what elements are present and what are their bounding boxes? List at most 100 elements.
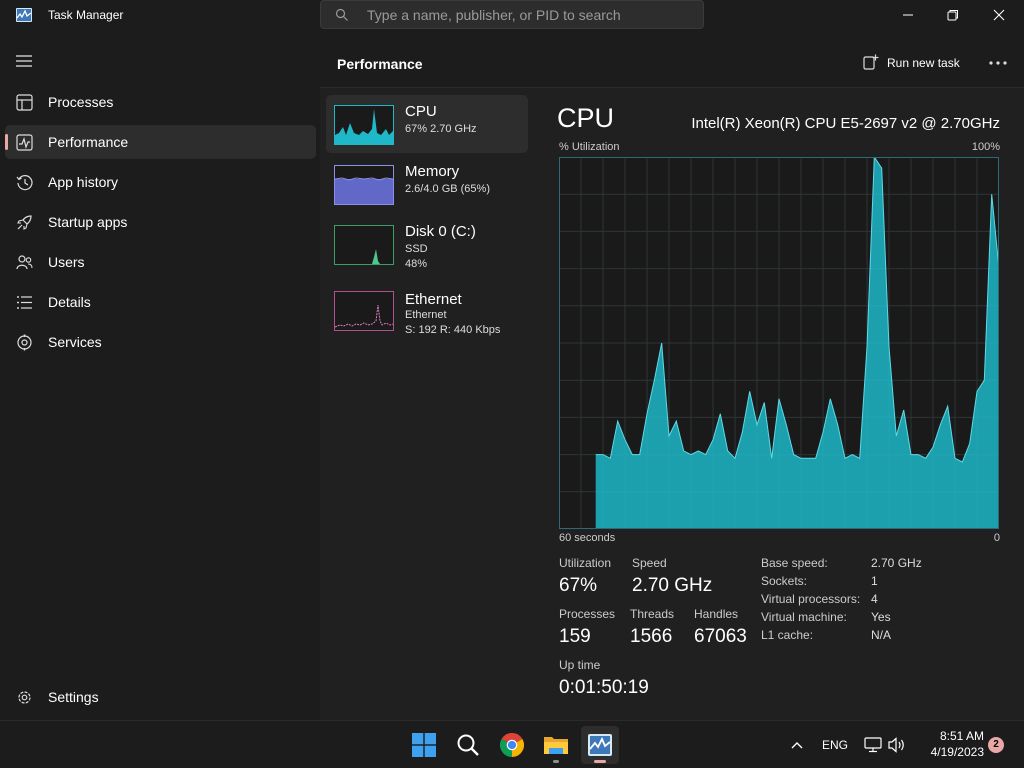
cpu-thumbnail-graph: [334, 105, 394, 145]
chrome-app[interactable]: [493, 726, 531, 764]
device-name: Disk 0 (C:): [405, 223, 476, 240]
handles-value: 67063: [694, 626, 747, 647]
spec-value: 1: [871, 574, 878, 588]
chevron-up-icon: [791, 742, 803, 749]
page-title: Performance: [337, 56, 423, 72]
device-cpu[interactable]: CPU 67% 2.70 GHz: [326, 95, 528, 153]
minimize-icon: [903, 14, 913, 16]
threads-label: Threads: [630, 607, 675, 621]
restore-icon: [947, 10, 958, 21]
taskbar: ENG 8:51 AM 4/19/2023 2: [0, 720, 1024, 768]
device-disk[interactable]: Disk 0 (C:) SSD 48%: [326, 215, 528, 273]
sidebar-item-label: Settings: [48, 689, 99, 705]
more-options-icon[interactable]: [986, 54, 1010, 72]
device-name: CPU: [405, 103, 437, 120]
sidebar-item-settings[interactable]: Settings: [5, 680, 316, 714]
chart-y-max: 100%: [971, 141, 1000, 153]
search-input[interactable]: [367, 1, 687, 28]
file-explorer-app[interactable]: [537, 726, 575, 764]
uptime-label: Up time: [559, 658, 601, 672]
clock[interactable]: 8:51 AM 4/19/2023: [912, 728, 984, 760]
sidebar-item-startup-apps[interactable]: Startup apps: [5, 205, 316, 239]
cpu-model: Intel(R) Xeon(R) CPU E5-2697 v2 @ 2.70GH…: [691, 115, 1000, 132]
active-indicator: [594, 760, 606, 763]
spec-key: Virtual machine:: [761, 610, 847, 624]
uptime-value: 0:01:50:19: [559, 677, 649, 698]
search-button[interactable]: [449, 726, 487, 764]
network-icon: [864, 737, 882, 753]
network-icon-button[interactable]: [862, 721, 884, 768]
start-button[interactable]: [405, 726, 443, 764]
sidebar-item-label: Details: [48, 294, 91, 310]
chrome-icon: [500, 733, 524, 757]
notification-badge[interactable]: 2: [988, 737, 1004, 753]
sidebar-item-label: Services: [48, 334, 102, 350]
device-stat: 67% 2.70 GHz: [405, 123, 477, 135]
services-icon: [17, 334, 32, 351]
task-manager-app[interactable]: [581, 726, 619, 764]
spec-value: 4: [871, 592, 878, 606]
restore-button[interactable]: [930, 0, 976, 30]
users-icon: [16, 255, 33, 270]
device-type: SSD: [405, 243, 428, 255]
running-indicator: [553, 760, 559, 763]
utilization-value: 67%: [559, 575, 598, 596]
device-stat: 2.6/4.0 GB (65%): [405, 183, 490, 195]
chart-x-right: 0: [993, 532, 1000, 544]
task-manager-app-icon: [16, 8, 32, 22]
startup-icon: [17, 215, 32, 230]
sidebar-item-label: Users: [48, 254, 85, 270]
spec-key: Virtual processors:: [761, 592, 861, 606]
sidebar-item-label: App history: [48, 174, 119, 190]
app-title: Task Manager: [48, 8, 124, 22]
device-ethernet[interactable]: Ethernet Ethernet S: 192 R: 440 Kbps: [326, 283, 528, 341]
clock-date: 4/19/2023: [930, 745, 984, 759]
spec-key: Sockets:: [761, 574, 808, 588]
close-button[interactable]: [976, 0, 1022, 30]
language-indicator[interactable]: ENG: [818, 721, 852, 768]
task-manager-icon: [588, 734, 612, 756]
processes-value: 159: [559, 626, 591, 647]
sidebar-item-details[interactable]: Details: [5, 285, 316, 319]
hamburger-menu-icon[interactable]: [16, 54, 34, 68]
show-hidden-icons-button[interactable]: [786, 721, 808, 768]
close-icon: [993, 9, 1005, 21]
performance-icon: [16, 134, 33, 151]
speed-value: 2.70 GHz: [632, 575, 713, 596]
sidebar-item-processes[interactable]: Processes: [5, 85, 316, 119]
main-panel: Performance Run new task CPU 67% 2.70 GH…: [320, 30, 1024, 720]
search-icon: [335, 8, 348, 21]
sidebar-item-label: Performance: [48, 134, 129, 150]
sidebar-item-services[interactable]: Services: [5, 325, 316, 359]
settings-gear-icon: [18, 691, 31, 704]
clock-time: 8:51 AM: [939, 729, 984, 743]
disk-thumbnail-graph: [334, 225, 394, 265]
device-stat: S: 192 R: 440 Kbps: [405, 324, 501, 336]
run-task-icon: [863, 54, 879, 70]
sidebar-item-label: Processes: [48, 94, 114, 110]
sidebar-item-users[interactable]: Users: [5, 245, 316, 279]
windows-logo-icon: [412, 733, 436, 757]
title-bar: Task Manager: [0, 0, 1024, 30]
volume-icon-button[interactable]: [886, 721, 908, 768]
device-memory[interactable]: Memory 2.6/4.0 GB (65%): [326, 155, 528, 213]
folder-icon: [544, 737, 568, 754]
handles-label: Handles: [694, 607, 739, 621]
volume-icon: [888, 737, 904, 753]
spec-key: L1 cache:: [761, 628, 814, 642]
search-box[interactable]: [320, 0, 704, 29]
utilization-label: Utilization: [559, 556, 612, 570]
processes-label: Processes: [559, 607, 616, 621]
spec-value: N/A: [871, 628, 892, 642]
sidebar-item-app-history[interactable]: App history: [5, 165, 316, 199]
sidebar-item-performance[interactable]: Performance: [5, 125, 316, 159]
spec-key: Base speed:: [761, 556, 828, 570]
minimize-button[interactable]: [885, 0, 931, 30]
run-task-label: Run new task: [887, 56, 960, 70]
processes-icon: [16, 94, 33, 111]
search-icon: [457, 734, 479, 756]
chart-y-label: % Utilization: [559, 141, 620, 153]
active-indicator: [5, 134, 8, 150]
threads-value: 1566: [630, 626, 673, 647]
sidebar-item-label: Startup apps: [48, 214, 128, 230]
